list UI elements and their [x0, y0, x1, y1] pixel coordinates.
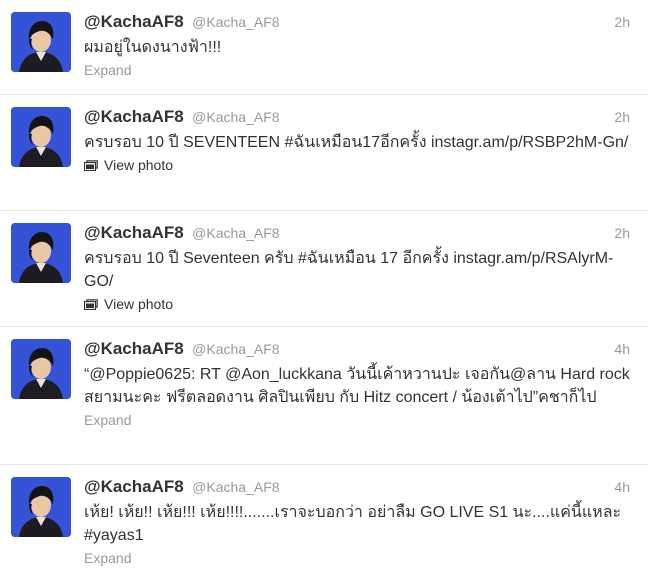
tweet-timestamp[interactable]: 2h — [614, 14, 630, 30]
tweet-text: ครบรอบ 10 ปี Seventeen ครับ #ฉันเหมือน 1… — [84, 250, 614, 290]
avatar[interactable] — [11, 223, 71, 283]
avatar[interactable] — [11, 477, 71, 537]
tweet[interactable]: @KachaAF8 @Kacha_AF8 4h “@Poppie0625: RT… — [0, 327, 648, 465]
tweet-username[interactable]: @Kacha_AF8 — [192, 109, 279, 125]
tweet[interactable]: @KachaAF8 @Kacha_AF8 2h ครบรอบ 10 ปี Sev… — [0, 211, 648, 327]
view-photo-label: View photo — [104, 157, 174, 173]
view-photo-link[interactable]: View photo — [84, 157, 173, 173]
tweet-timestamp[interactable]: 4h — [614, 479, 630, 495]
tweet-text: ผมอยู่ในดงนางฟ้า!!! — [84, 39, 222, 56]
avatar[interactable] — [11, 339, 71, 399]
tweet-fullname[interactable]: @KachaAF8 — [84, 477, 184, 496]
photo-icon — [84, 298, 98, 310]
expand-link[interactable]: Expand — [84, 62, 131, 78]
tweet-text: ครบรอบ 10 ปี SEVENTEEN #ฉันเหมือน17อีกคร… — [84, 134, 629, 151]
view-photo-label: View photo — [104, 296, 174, 312]
tweet-fullname[interactable]: @KachaAF8 — [84, 12, 184, 31]
tweet[interactable]: @KachaAF8 @Kacha_AF8 2h ครบรอบ 10 ปี SEV… — [0, 95, 648, 211]
tweet-username[interactable]: @Kacha_AF8 — [192, 14, 279, 30]
expand-link[interactable]: Expand — [84, 550, 131, 566]
tweet-fullname[interactable]: @KachaAF8 — [84, 107, 184, 126]
expand-link[interactable]: Expand — [84, 412, 131, 428]
tweet-stream: @KachaAF8 @Kacha_AF8 2h ผมอยู่ในดงนางฟ้า… — [0, 0, 648, 578]
avatar[interactable] — [11, 107, 71, 167]
tweet-fullname[interactable]: @KachaAF8 — [84, 339, 184, 358]
tweet-timestamp[interactable]: 2h — [614, 109, 630, 125]
avatar-image — [11, 107, 71, 167]
avatar[interactable] — [11, 12, 71, 72]
tweet[interactable]: @KachaAF8 @Kacha_AF8 2h ผมอยู่ในดงนางฟ้า… — [0, 0, 648, 95]
avatar-image — [11, 12, 71, 72]
tweet[interactable]: @KachaAF8 @Kacha_AF8 4h เห้ย! เห้ย!! เห้… — [0, 465, 648, 578]
tweet-timestamp[interactable]: 2h — [614, 225, 630, 241]
tweet-username[interactable]: @Kacha_AF8 — [192, 225, 279, 241]
tweet-fullname[interactable]: @KachaAF8 — [84, 223, 184, 242]
avatar-image — [11, 223, 71, 283]
tweet-text: เห้ย! เห้ย!! เห้ย!!! เห้ย!!!!.......เราจ… — [84, 504, 622, 544]
avatar-image — [11, 477, 71, 537]
tweet-username[interactable]: @Kacha_AF8 — [192, 341, 279, 357]
view-photo-link[interactable]: View photo — [84, 296, 173, 312]
photo-icon — [84, 159, 98, 171]
tweet-username[interactable]: @Kacha_AF8 — [192, 479, 279, 495]
tweet-text: “@Poppie0625: RT @Aon_luckkana วันนี้เค้… — [84, 366, 630, 406]
avatar-image — [11, 339, 71, 399]
tweet-timestamp[interactable]: 4h — [614, 341, 630, 357]
